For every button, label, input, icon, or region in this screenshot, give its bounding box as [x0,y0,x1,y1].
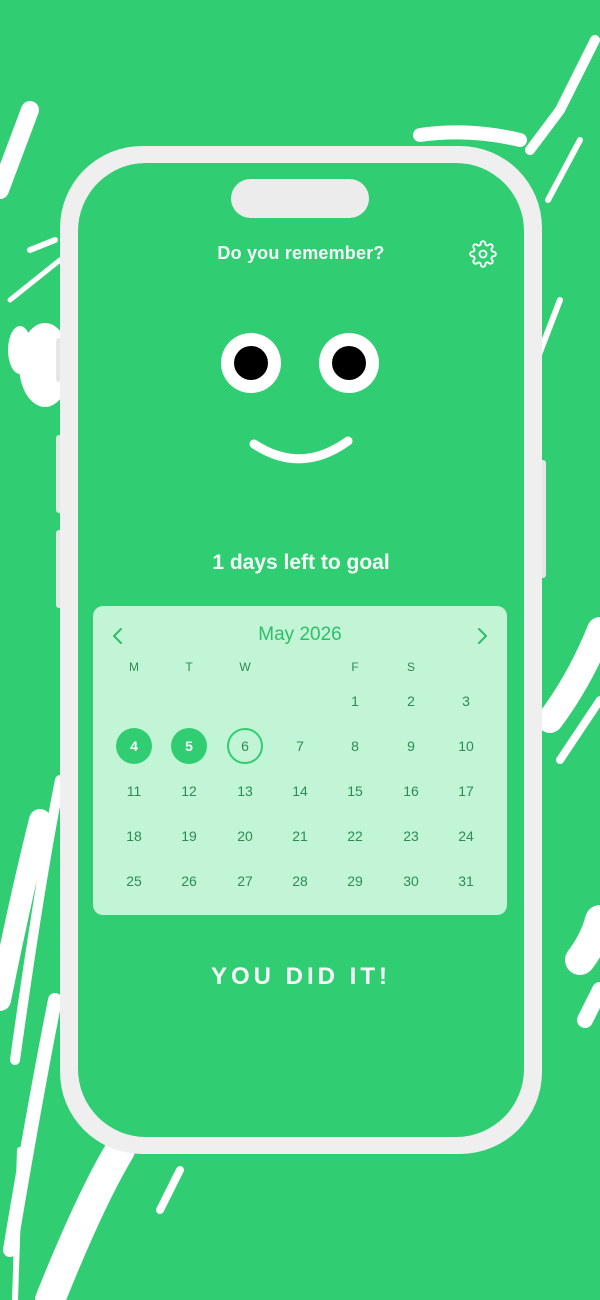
calendar-day[interactable]: 29 [337,863,373,899]
calendar-day[interactable]: 31 [448,863,484,899]
days-left-status: 1 days left to goal [212,551,390,574]
calendar-day[interactable]: 4 [116,728,152,764]
chevron-right-icon [478,628,487,644]
weekday-label: F [351,660,359,674]
calendar-day[interactable]: 9 [393,728,429,764]
smile-mouth [249,436,353,464]
calendar-day[interactable]: 19 [171,818,207,854]
calendar-day[interactable]: 18 [116,818,152,854]
calendar-day[interactable]: 25 [116,863,152,899]
right-pupil [332,346,366,380]
left-pupil [234,346,268,380]
calendar-day[interactable]: 24 [448,818,484,854]
result-banner: YOU DID IT! [211,963,391,990]
gear-icon [469,240,497,268]
weekday-label: M [129,660,139,674]
calendar-card: May 2026 MTWFS 1 2 3 4 5 6 7 8 9 10 11 12 13 14 15 16 17… [93,606,507,915]
calendar-day[interactable]: 14 [282,773,318,809]
calendar-day[interactable]: 22 [337,818,373,854]
right-eye [319,333,379,393]
calendar-day[interactable]: 5 [171,728,207,764]
calendar-day[interactable]: 15 [337,773,373,809]
calendar-day[interactable]: 7 [282,728,318,764]
calendar-day[interactable]: 10 [448,728,484,764]
calendar-day[interactable]: 21 [282,818,318,854]
calendar-day[interactable]: 11 [116,773,152,809]
calendar-day[interactable]: 27 [227,863,263,899]
calendar-day[interactable]: 16 [393,773,429,809]
calendar-day[interactable]: 20 [227,818,263,854]
calendar-day[interactable]: 17 [448,773,484,809]
left-eye [221,333,281,393]
calendar-day[interactable]: 6 [227,728,263,764]
calendar-day[interactable]: 28 [282,863,318,899]
weekday-label: W [239,660,251,674]
calendar-day[interactable]: 12 [171,773,207,809]
next-month-button[interactable] [470,624,494,648]
calendar-day[interactable]: 23 [393,818,429,854]
app-screen: Do you remember? 1 days left to goal May… [78,163,524,1137]
calendar-day[interactable]: 2 [393,683,429,719]
calendar-day[interactable]: 13 [227,773,263,809]
weekday-label: T [185,660,193,674]
weekday-label: S [406,660,415,674]
calendar-day[interactable]: 3 [448,683,484,719]
calendar-day[interactable]: 26 [171,863,207,899]
calendar-day[interactable]: 30 [393,863,429,899]
month-title: May 2026 [258,624,342,645]
settings-button[interactable] [468,239,498,269]
calendar-day[interactable]: 8 [337,728,373,764]
dynamic-island [231,179,369,218]
calendar-day[interactable]: 1 [337,683,373,719]
app-title: Do you remember? [217,243,385,263]
